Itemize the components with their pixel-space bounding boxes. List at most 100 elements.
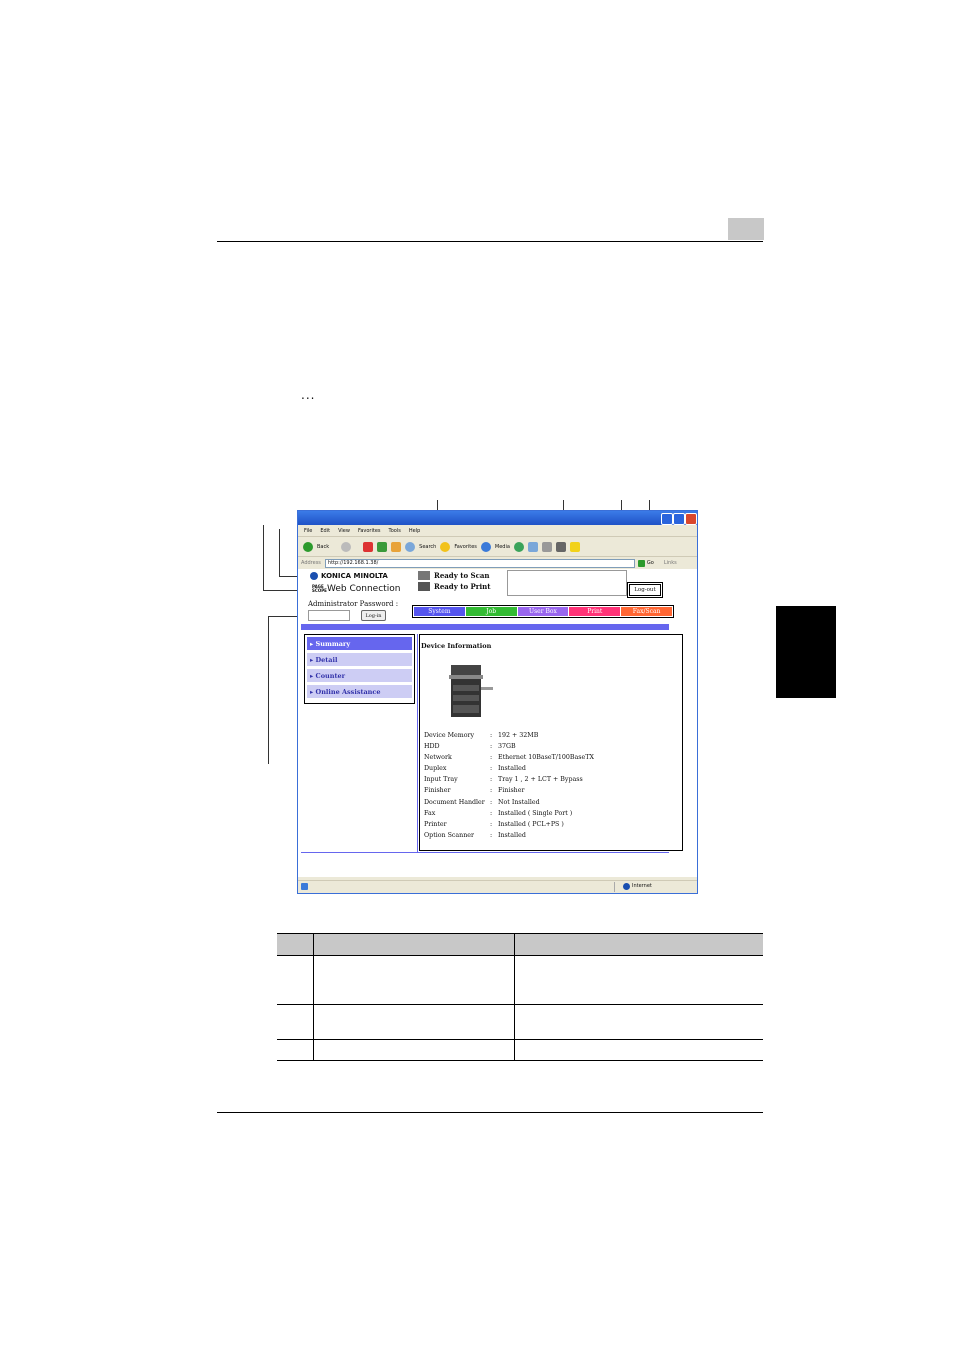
spec-value: Installed bbox=[498, 765, 526, 773]
minimize-button[interactable] bbox=[661, 513, 673, 525]
login-button[interactable]: Log-in bbox=[361, 610, 386, 621]
go-button[interactable]: Go bbox=[647, 560, 654, 566]
toolbar: Back Search Favorites Media bbox=[298, 537, 697, 557]
table-header-cell bbox=[313, 933, 515, 956]
tab-print[interactable]: Print bbox=[569, 607, 621, 616]
spec-row: Option Scanner: Installed bbox=[424, 830, 594, 841]
spec-value: Tray 1 , 2 + LCT + Bypass bbox=[498, 776, 583, 784]
menu-tools[interactable]: Tools bbox=[389, 528, 401, 534]
tab-user-box[interactable]: User Box bbox=[517, 607, 569, 616]
print-icon[interactable] bbox=[541, 541, 552, 552]
page-icon bbox=[301, 883, 308, 890]
web-page: KONICA MINOLTA PAGE SCOPE Web Connection… bbox=[298, 569, 697, 877]
maximize-button[interactable] bbox=[673, 513, 685, 525]
search-icon[interactable] bbox=[405, 541, 416, 552]
address-label: Address bbox=[301, 560, 321, 566]
scan-status: Ready to Scan bbox=[418, 571, 490, 580]
spec-value: 37GB bbox=[498, 743, 516, 751]
spec-row: Fax: Installed ( Single Port ) bbox=[424, 808, 594, 819]
globe-icon bbox=[310, 572, 318, 580]
forward-icon[interactable] bbox=[341, 541, 352, 552]
printer-icon bbox=[418, 582, 430, 591]
menu-summary[interactable]: ▸ Summary bbox=[307, 637, 412, 650]
chapter-side-tab bbox=[776, 606, 836, 698]
media-icon[interactable] bbox=[480, 541, 491, 552]
reference-table bbox=[277, 933, 763, 1061]
stop-icon[interactable] bbox=[363, 541, 374, 552]
menu-favorites[interactable]: Favorites bbox=[358, 528, 381, 534]
spec-row: Finisher: Finisher bbox=[424, 785, 594, 796]
table-row bbox=[277, 955, 763, 1005]
device-info-panel: Device Information Device Memory:192 + 3… bbox=[419, 634, 683, 851]
back-button[interactable]: Back bbox=[317, 544, 329, 550]
menu-detail[interactable]: ▸ Detail bbox=[307, 653, 412, 666]
column-divider bbox=[417, 634, 418, 852]
status-divider bbox=[614, 882, 615, 892]
internet-zone-label: Internet bbox=[632, 883, 652, 889]
close-button[interactable] bbox=[685, 513, 697, 525]
internet-zone-icon bbox=[623, 883, 630, 890]
history-icon[interactable] bbox=[513, 541, 524, 552]
refresh-icon[interactable] bbox=[377, 541, 388, 552]
menu-detail-label: Detail bbox=[315, 655, 338, 664]
spec-key: Device Memory bbox=[424, 732, 475, 739]
spec-value: Not Installed bbox=[498, 798, 540, 806]
table-cell bbox=[514, 1004, 763, 1040]
spec-row: Duplex: Installed bbox=[424, 763, 594, 774]
title-bar bbox=[298, 511, 697, 525]
favorites-icon[interactable] bbox=[440, 541, 451, 552]
table-cell bbox=[313, 1004, 515, 1040]
address-input[interactable]: http://192.168.1.38/ bbox=[324, 558, 635, 568]
callout-line bbox=[279, 529, 280, 577]
pagescope-logo: PAGE SCOPE Web Connection bbox=[312, 584, 400, 594]
header-divider bbox=[301, 624, 669, 630]
spec-row: HDD:37GB bbox=[424, 741, 594, 752]
pagescope-mark: PAGE SCOPE bbox=[312, 584, 327, 593]
scanner-icon bbox=[418, 571, 430, 580]
menu-online-assistance-label: Online Assistance bbox=[315, 687, 381, 696]
links-label[interactable]: Links bbox=[664, 560, 677, 566]
menu-help[interactable]: Help bbox=[409, 528, 420, 534]
chapter-number-box bbox=[728, 218, 764, 240]
scan-status-text: Ready to Scan bbox=[434, 571, 490, 580]
left-menu: ▸ Summary ▸ Detail ▸ Counter ▸ Online As… bbox=[304, 634, 415, 704]
table-header-cell bbox=[514, 933, 763, 956]
table-cell bbox=[313, 955, 515, 1005]
menu-edit[interactable]: Edit bbox=[320, 528, 330, 534]
back-icon[interactable] bbox=[303, 541, 313, 552]
menu-view[interactable]: View bbox=[338, 528, 350, 534]
menu-counter[interactable]: ▸ Counter bbox=[307, 669, 412, 682]
menu-counter-label: Counter bbox=[315, 671, 346, 680]
spec-value: 192 + 32MB bbox=[498, 732, 539, 739]
spec-key: Network bbox=[424, 754, 452, 762]
spec-key: Input Tray bbox=[424, 776, 458, 784]
messenger-icon[interactable] bbox=[569, 541, 580, 552]
logout-button[interactable]: Log-out bbox=[627, 582, 663, 598]
footer-rule bbox=[217, 1112, 763, 1113]
konica-minolta-logo: KONICA MINOLTA bbox=[310, 572, 388, 580]
tab-fax-scan[interactable]: Fax/Scan bbox=[621, 607, 672, 616]
go-icon[interactable] bbox=[637, 559, 645, 567]
tab-system[interactable]: System bbox=[414, 607, 465, 616]
table-cell bbox=[514, 955, 763, 1005]
menu-online-assistance[interactable]: ▸ Online Assistance bbox=[307, 685, 412, 698]
admin-password-input[interactable] bbox=[308, 610, 350, 621]
spec-value: Installed ( Single Port ) bbox=[498, 809, 573, 817]
tab-job[interactable]: Job bbox=[465, 607, 517, 616]
edit-icon[interactable] bbox=[555, 541, 566, 552]
home-icon[interactable] bbox=[391, 541, 402, 552]
mail-icon[interactable] bbox=[527, 541, 538, 552]
table-cell bbox=[514, 1039, 763, 1061]
table-cell bbox=[313, 1039, 515, 1061]
search-button[interactable]: Search bbox=[419, 544, 436, 550]
table-cell bbox=[277, 1039, 314, 1061]
print-status-text: Ready to Print bbox=[434, 582, 491, 591]
media-button[interactable]: Media bbox=[495, 544, 510, 550]
menu-file[interactable]: File bbox=[304, 528, 312, 534]
callout-line bbox=[268, 616, 269, 764]
brand-text: KONICA MINOLTA bbox=[321, 572, 388, 580]
product-text: Web Connection bbox=[327, 584, 401, 594]
address-value: http://192.168.1.38/ bbox=[327, 560, 379, 566]
spec-key: Document Handler bbox=[424, 798, 485, 806]
favorites-button[interactable]: Favorites bbox=[454, 544, 477, 550]
